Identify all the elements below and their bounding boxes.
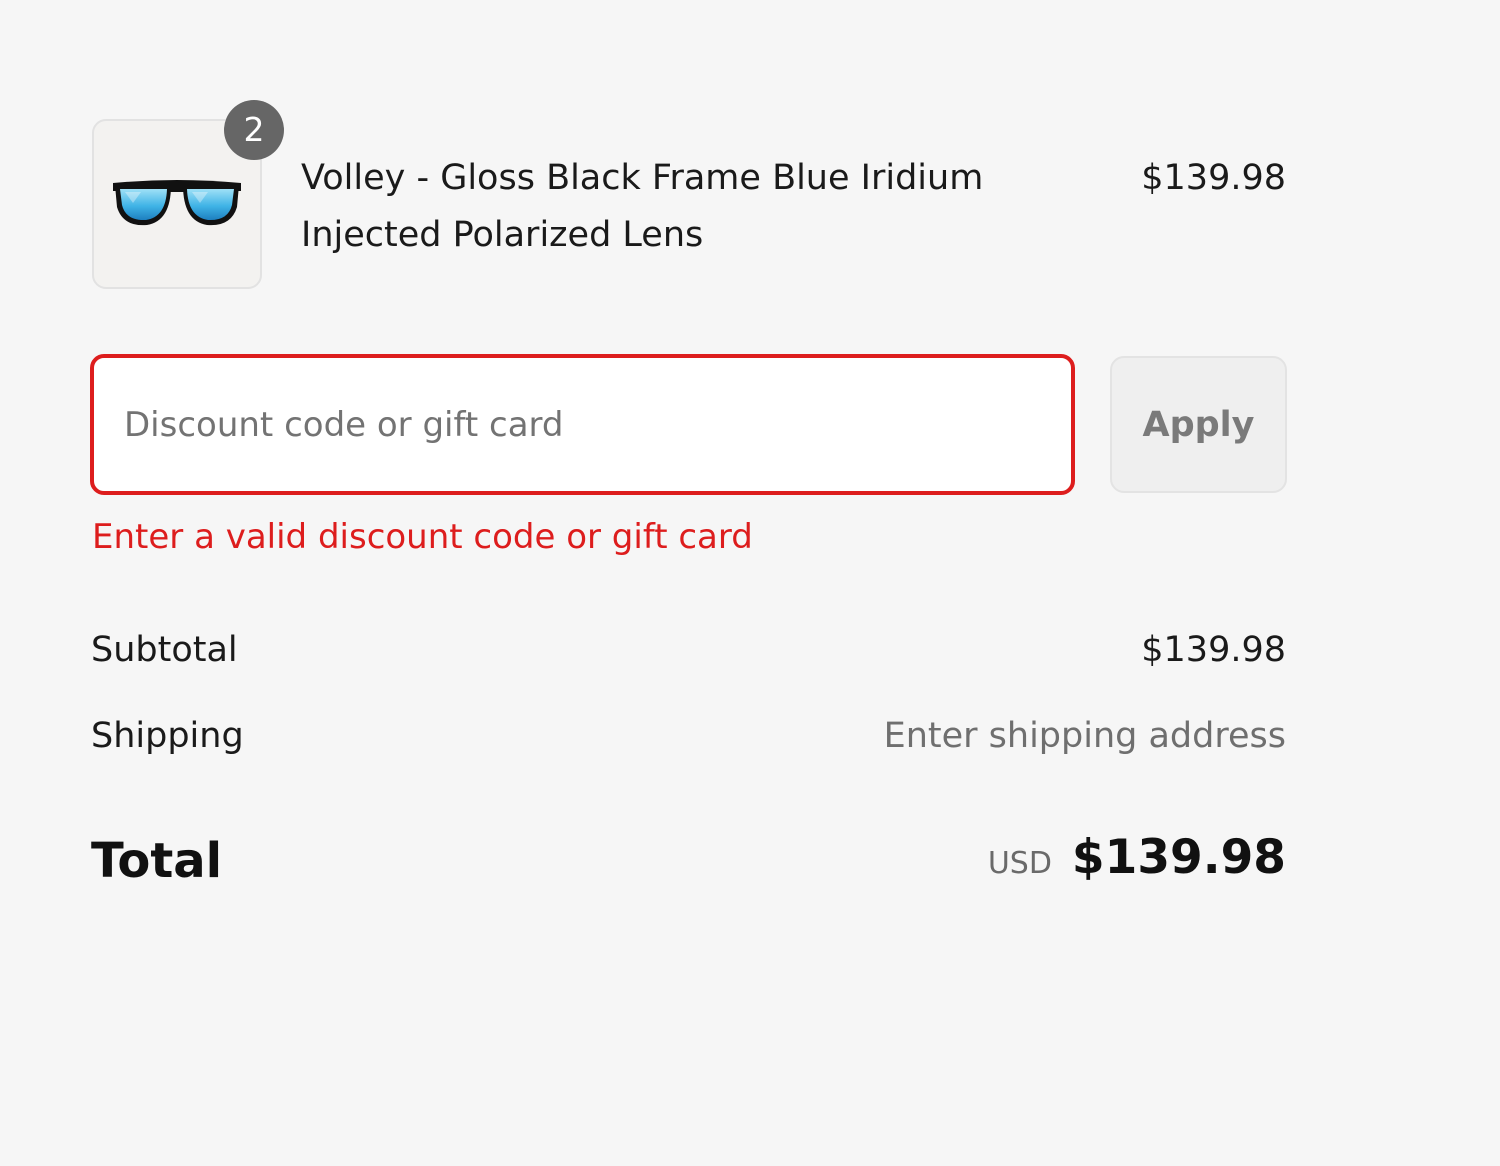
discount-error-message: Enter a valid discount code or gift card bbox=[92, 517, 753, 557]
sunglasses-icon bbox=[113, 180, 241, 226]
discount-code-input[interactable] bbox=[90, 354, 1075, 495]
line-item: 2 Volley - Gloss Black Frame Blue Iridiu… bbox=[92, 100, 1286, 292]
order-summary: 2 Volley - Gloss Black Frame Blue Iridiu… bbox=[0, 0, 1500, 1166]
apply-discount-button[interactable]: Apply bbox=[1110, 356, 1287, 493]
subtotal-value: $139.98 bbox=[1141, 630, 1286, 670]
quantity-badge: 2 bbox=[224, 100, 284, 160]
shipping-label: Shipping bbox=[91, 716, 244, 756]
total-amount: USD $139.98 bbox=[988, 830, 1286, 892]
total-currency: USD bbox=[987, 846, 1052, 881]
total-value: $139.98 bbox=[1071, 830, 1286, 885]
product-price: $139.98 bbox=[1141, 158, 1286, 198]
shipping-value: Enter shipping address bbox=[883, 716, 1286, 756]
product-title: Volley - Gloss Black Frame Blue Iridium … bbox=[301, 158, 984, 255]
total-label: Total bbox=[91, 833, 223, 889]
subtotal-label: Subtotal bbox=[91, 630, 238, 670]
